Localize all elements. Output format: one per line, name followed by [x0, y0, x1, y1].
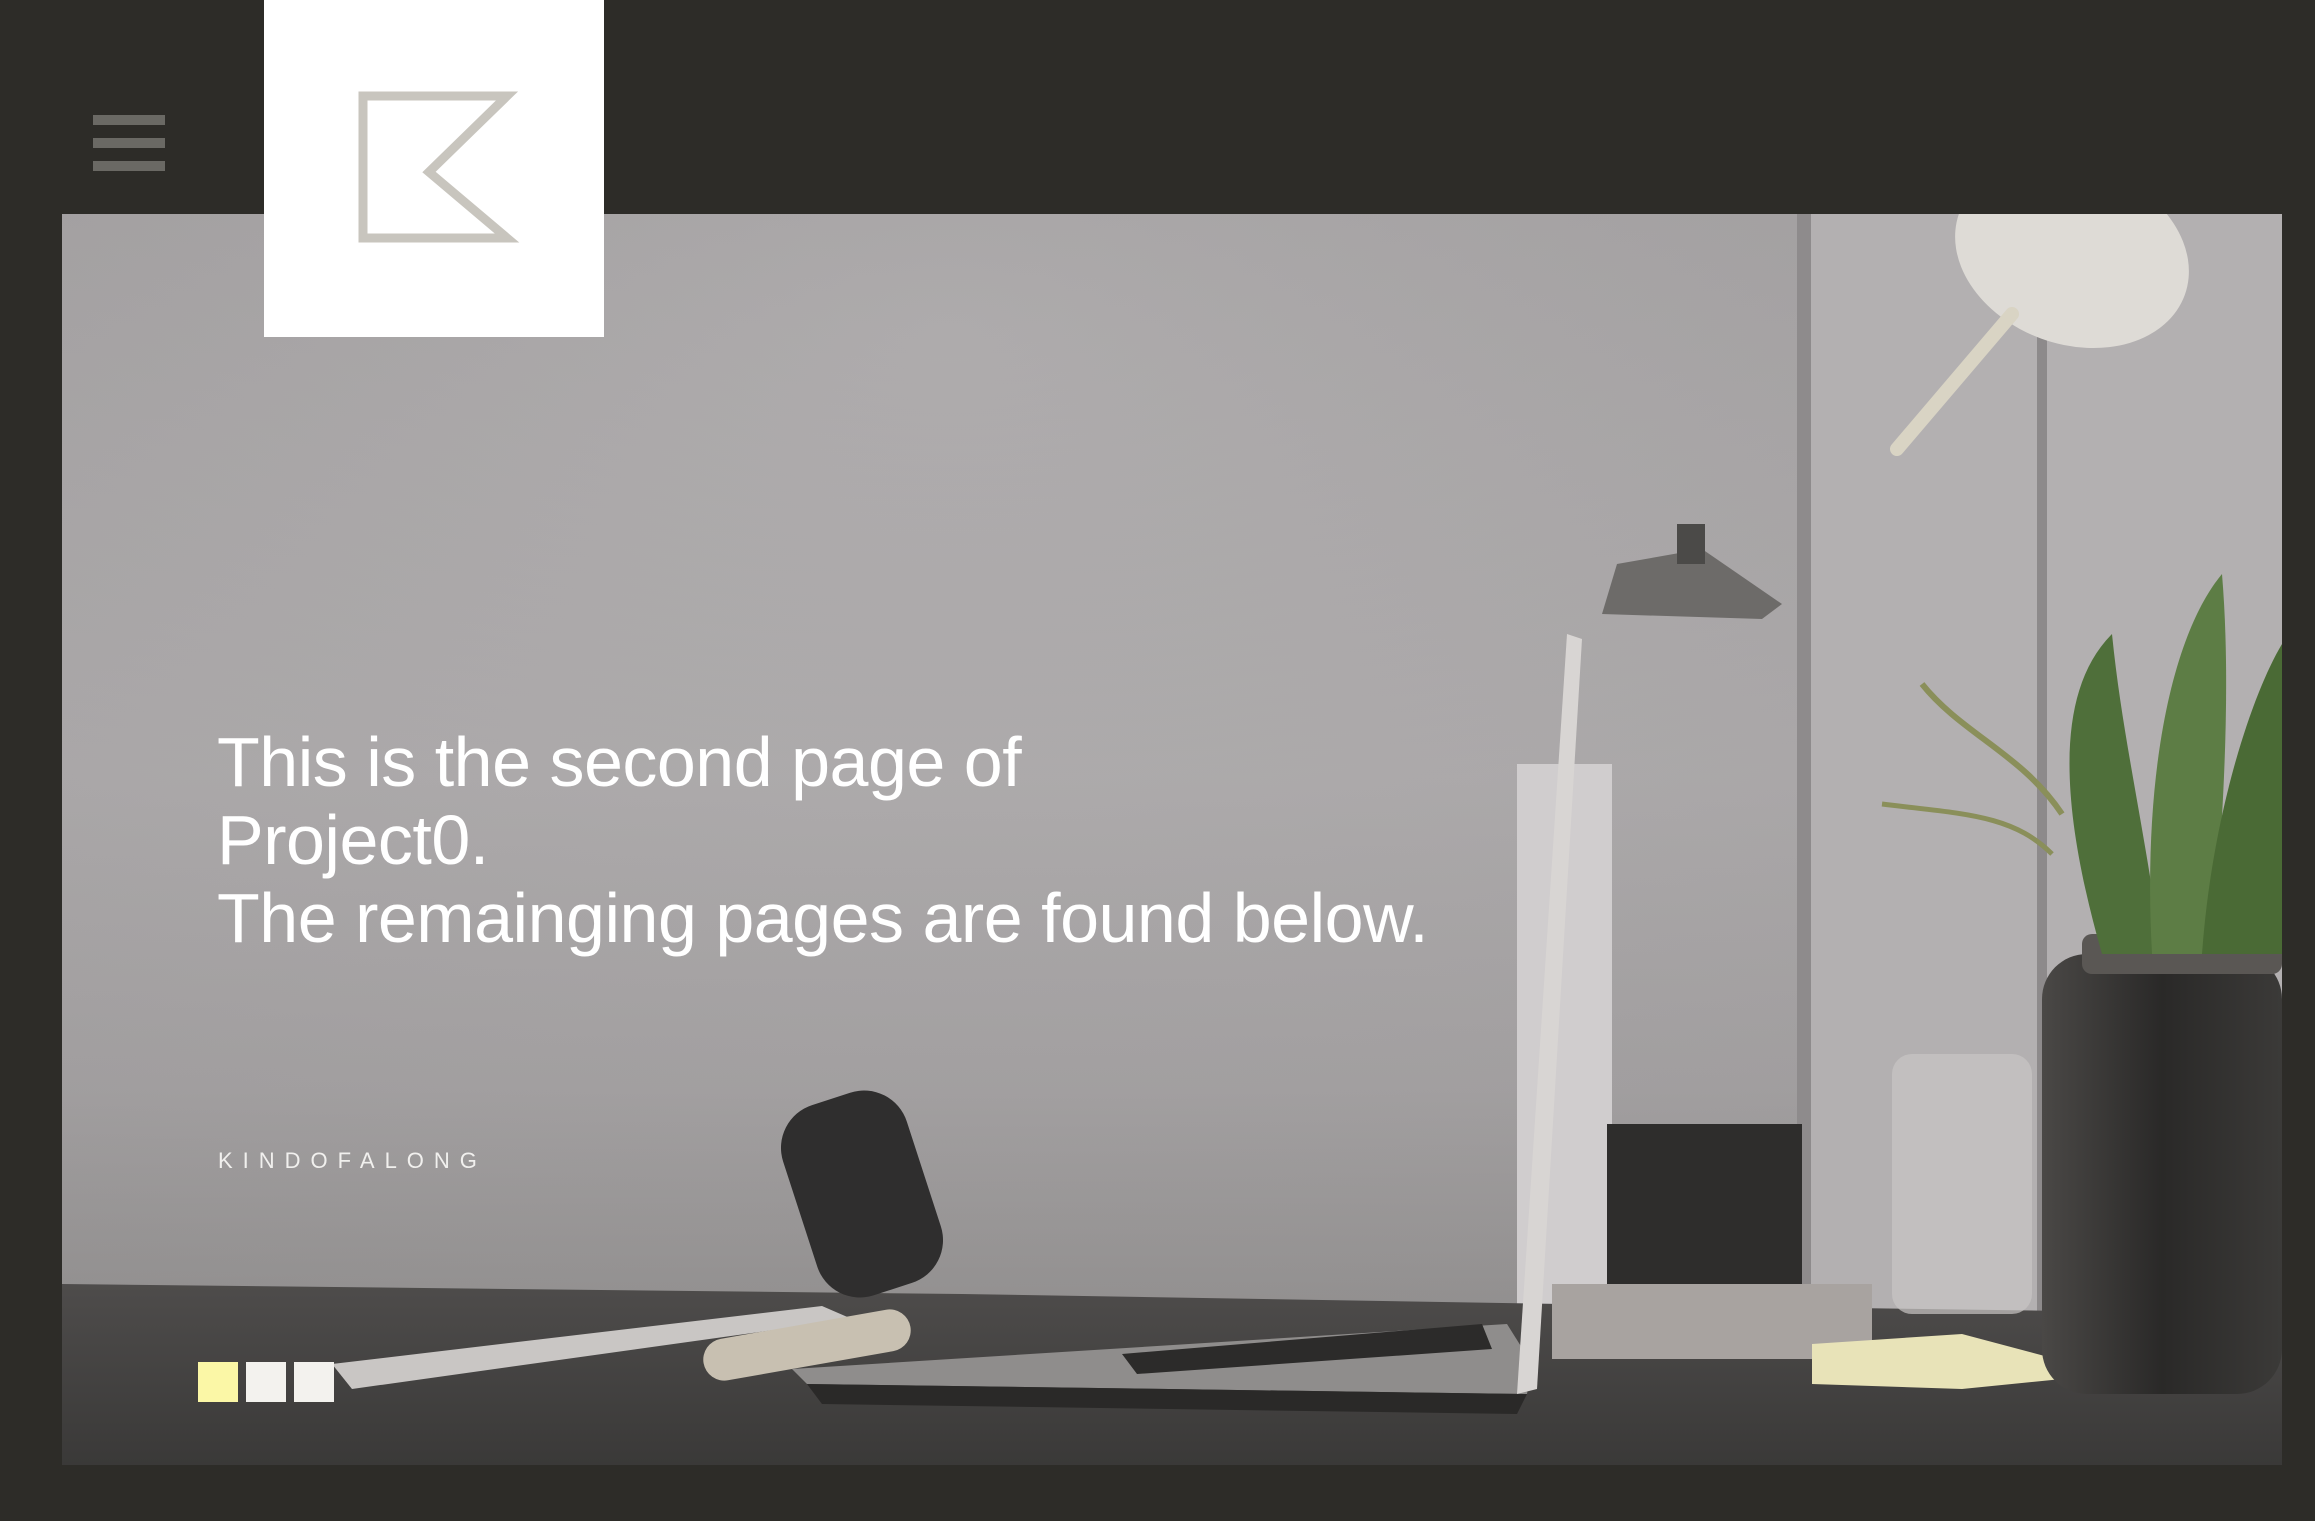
page-indicator [198, 1362, 334, 1402]
logo[interactable] [264, 0, 604, 337]
menu-bar [93, 138, 165, 148]
hero-section: This is the second page of Project0. The… [62, 214, 2282, 1465]
headline-line: Project0. [217, 801, 489, 879]
hero-headline: This is the second page of Project0. The… [217, 723, 1429, 957]
menu-bar [93, 161, 165, 171]
headline-line: This is the second page of [217, 723, 1022, 801]
page-indicator-dot[interactable] [198, 1362, 238, 1402]
page-indicator-dot[interactable] [294, 1362, 334, 1402]
page-indicator-dot[interactable] [246, 1362, 286, 1402]
headline-line: The remainging pages are found below. [217, 879, 1429, 957]
hero-tagline: KINDOFALONG [218, 1148, 487, 1173]
menu-bar [93, 115, 165, 125]
hamburger-menu-icon[interactable] [93, 115, 165, 171]
k-monogram-logo-icon [358, 91, 520, 242]
